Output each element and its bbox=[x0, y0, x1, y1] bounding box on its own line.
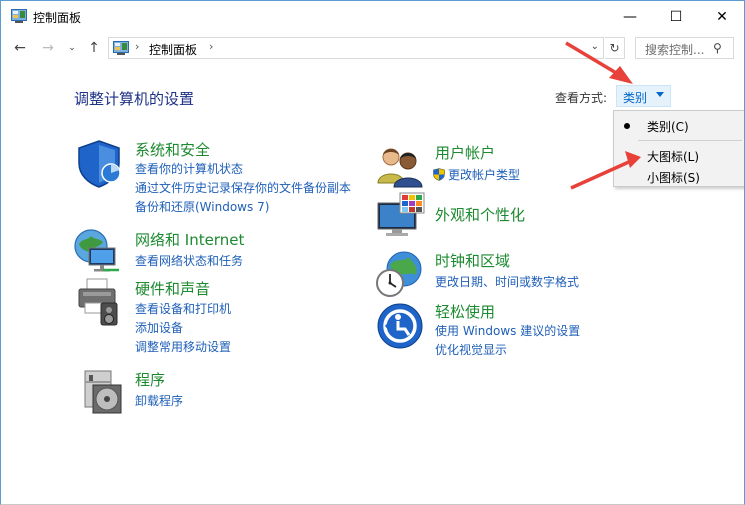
minimize-button[interactable]: — bbox=[607, 1, 653, 32]
link-change-account-type[interactable]: 更改帐户类型 bbox=[433, 166, 520, 183]
category-title-clock-region[interactable]: 时钟和区域 bbox=[435, 250, 510, 271]
programs-disc-icon[interactable] bbox=[79, 367, 129, 417]
link-uninstall-program[interactable]: 卸载程序 bbox=[135, 392, 183, 409]
monitor-palette-icon[interactable] bbox=[376, 191, 426, 241]
ease-of-access-icon[interactable] bbox=[376, 302, 426, 352]
network-globe-icon[interactable] bbox=[73, 226, 123, 276]
menu-item-label: 类别(C) bbox=[647, 120, 689, 134]
search-icon[interactable]: ⚲ bbox=[713, 41, 722, 55]
selected-radio-dot-icon bbox=[624, 123, 630, 129]
users-icon[interactable] bbox=[376, 141, 426, 191]
category-title-programs[interactable]: 程序 bbox=[135, 369, 165, 390]
close-button[interactable]: ✕ bbox=[699, 1, 744, 32]
link-windows-recommended-settings[interactable]: 使用 Windows 建议的设置 bbox=[435, 322, 580, 339]
page-title: 调整计算机的设置 bbox=[74, 90, 195, 108]
link-label: 更改帐户类型 bbox=[448, 168, 521, 182]
menu-separator bbox=[638, 140, 742, 141]
link-optimize-visual-display[interactable]: 优化视觉显示 bbox=[435, 341, 507, 358]
link-view-computer-status[interactable]: 查看你的计算机状态 bbox=[135, 160, 243, 177]
category-title-ease-of-access[interactable]: 轻松使用 bbox=[435, 301, 495, 322]
category-title-appearance[interactable]: 外观和个性化 bbox=[435, 204, 525, 225]
category-title-network-internet[interactable]: 网络和 Internet bbox=[135, 229, 244, 250]
menu-item-label: 大图标(L) bbox=[647, 150, 700, 164]
breadcrumb-separator[interactable]: › bbox=[135, 40, 139, 53]
menu-item-label: 小图标(S) bbox=[647, 171, 700, 185]
category-title-system-security[interactable]: 系统和安全 bbox=[135, 139, 210, 160]
back-button[interactable]: ← bbox=[11, 39, 29, 57]
address-history-dropdown[interactable]: ⌄ bbox=[591, 41, 599, 52]
link-change-date-time-format[interactable]: 更改日期、时间或数字格式 bbox=[435, 273, 579, 290]
link-add-device[interactable]: 添加设备 bbox=[135, 319, 183, 336]
chevron-down-icon[interactable] bbox=[656, 92, 664, 97]
refresh-button[interactable]: ↻ bbox=[605, 37, 625, 59]
title-bar: 控制面板 — ☐ ✕ bbox=[1, 1, 744, 32]
window-title: 控制面板 bbox=[33, 11, 82, 25]
link-devices-printers[interactable]: 查看设备和打印机 bbox=[135, 300, 231, 317]
link-network-status[interactable]: 查看网络状态和任务 bbox=[135, 252, 243, 269]
printer-icon[interactable] bbox=[75, 277, 125, 327]
category-title-user-accounts[interactable]: 用户帐户 bbox=[435, 142, 495, 163]
clock-globe-icon[interactable] bbox=[374, 249, 424, 299]
navigation-bar: ← → ⌄ ↑ › 控制面板 › ⌄ ↻ 搜索控制... bbox=[1, 32, 744, 64]
link-mobility-settings[interactable]: 调整常用移动设置 bbox=[135, 338, 231, 355]
shield-icon[interactable] bbox=[75, 139, 125, 189]
menu-item-category[interactable]: 类别(C) bbox=[614, 114, 744, 136]
category-title-hardware-sound[interactable]: 硬件和声音 bbox=[135, 278, 210, 299]
breadcrumb-separator[interactable]: › bbox=[209, 40, 213, 53]
maximize-button[interactable]: ☐ bbox=[653, 1, 699, 32]
recent-locations-button[interactable]: ⌄ bbox=[63, 39, 81, 57]
view-by-menu: 类别(C) 大图标(L) 小图标(S) bbox=[613, 110, 744, 187]
uac-shield-icon bbox=[433, 168, 445, 181]
up-button[interactable]: ↑ bbox=[85, 39, 103, 57]
control-panel-icon bbox=[11, 9, 27, 23]
forward-button[interactable]: → bbox=[39, 39, 57, 57]
view-by-label: 查看方式: bbox=[555, 91, 608, 105]
menu-item-small-icons[interactable]: 小图标(S) bbox=[614, 165, 744, 187]
address-bar[interactable]: › 控制面板 › ⌄ bbox=[108, 37, 604, 59]
menu-item-large-icons[interactable]: 大图标(L) bbox=[614, 144, 744, 166]
link-backup-restore[interactable]: 备份和还原(Windows 7) bbox=[135, 198, 269, 215]
link-file-history-backup[interactable]: 通过文件历史记录保存你的文件备份副本 bbox=[135, 179, 351, 196]
control-panel-window: 控制面板 — ☐ ✕ ← → ⌄ ↑ › 控制面板 › ⌄ ↻ 搜索控制... … bbox=[0, 0, 745, 505]
control-panel-icon bbox=[113, 41, 129, 55]
breadcrumb[interactable]: 控制面板 bbox=[149, 41, 197, 58]
